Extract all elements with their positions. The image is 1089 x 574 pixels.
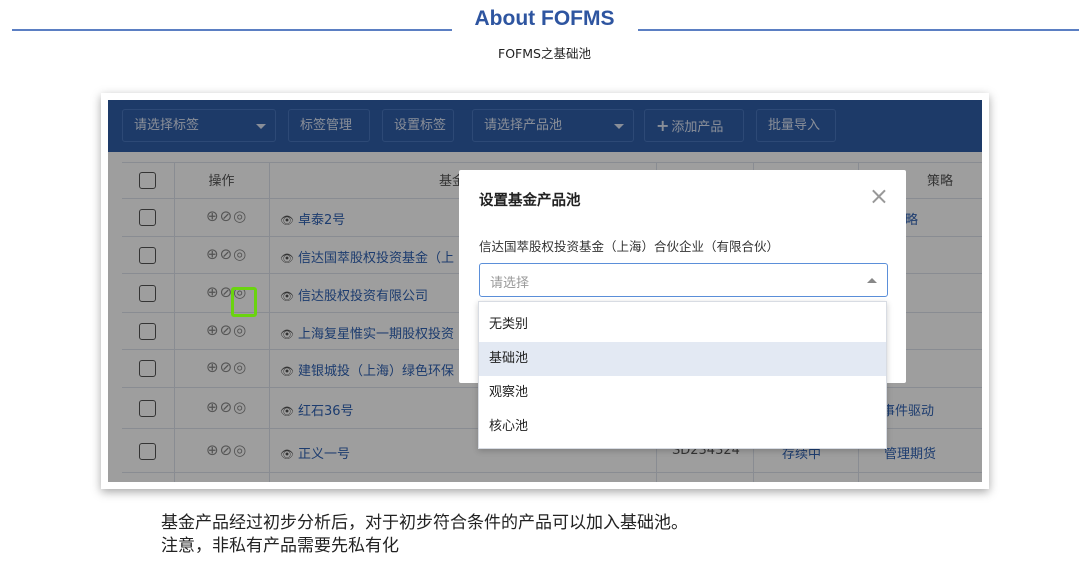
chevron-up-icon [867, 278, 877, 283]
caption-line-1: 基金产品经过初步分析后，对于初步符合条件的产品可以加入基础池。 [161, 513, 688, 533]
option-base-pool[interactable]: 基础池 [479, 342, 886, 376]
app-window: 请选择标签 标签管理 设置标签 请选择产品池 + 添加产品 批量导入 操作 基金… [108, 100, 982, 482]
slide-subtitle: FOFMS之基础池 [498, 46, 591, 61]
dialog-title: 设置基金产品池 [479, 193, 581, 209]
slide-caption: 基金产品经过初步分析后，对于初步符合条件的产品可以加入基础池。 注意，非私有产品… [161, 512, 688, 558]
caption-line-2: 注意，非私有产品需要先私有化 [161, 536, 399, 556]
fund-full-name-label: 信达国萃股权投资基金（上海）合伙企业（有限合伙） [479, 239, 780, 254]
slide: About FOFMS FOFMS之基础池 请选择标签 标签管理 设置标签 请选… [0, 0, 1089, 574]
highlight-box [231, 287, 257, 317]
screenshot-frame: 请选择标签 标签管理 设置标签 请选择产品池 + 添加产品 批量导入 操作 基金… [101, 93, 989, 489]
option-watch-pool[interactable]: 观察池 [479, 376, 886, 410]
option-no-category[interactable]: 无类别 [479, 308, 886, 342]
slide-title: About FOFMS [474, 7, 615, 30]
select-placeholder: 请选择 [490, 276, 530, 291]
pool-select-field[interactable]: 请选择 [479, 263, 888, 297]
option-core-pool[interactable]: 核心池 [479, 410, 886, 444]
pool-options-dropdown: 无类别 基础池 观察池 核心池 [478, 301, 887, 449]
close-icon[interactable]: × [869, 184, 889, 208]
